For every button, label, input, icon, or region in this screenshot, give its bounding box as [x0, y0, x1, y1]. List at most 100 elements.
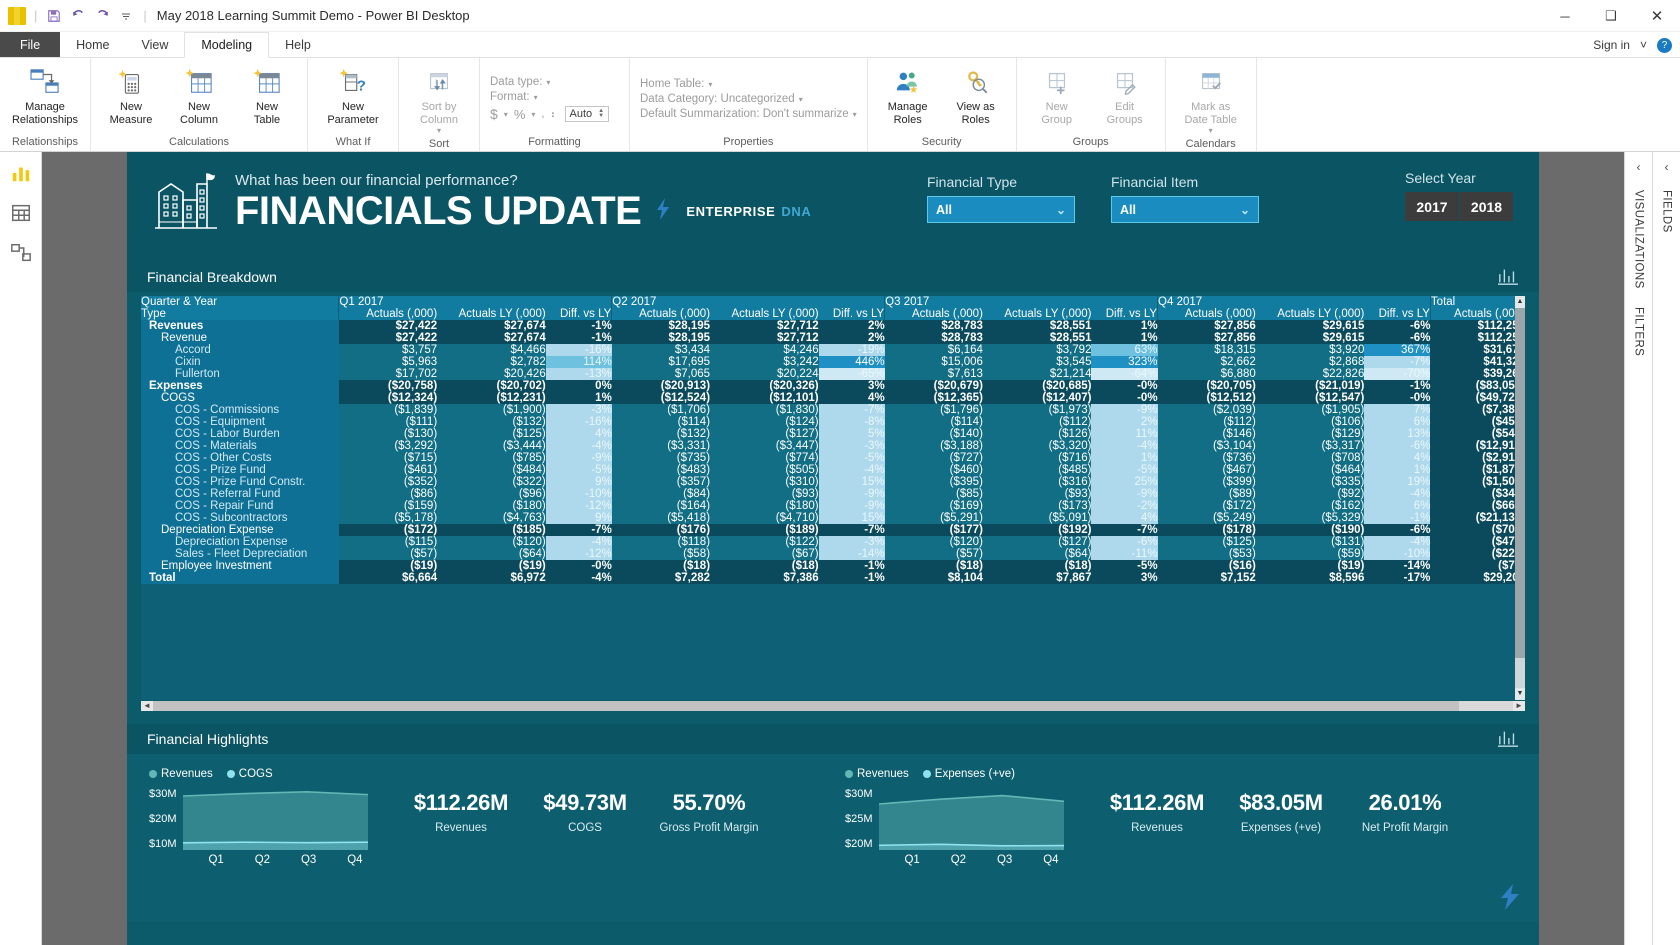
matrix-value-cell[interactable]: ($19)	[338, 560, 438, 572]
matrix-value-cell[interactable]: ($20,758)	[338, 380, 438, 392]
matrix-row-label[interactable]: COS - Repair Fund	[141, 500, 339, 512]
table-row[interactable]: Expenses ($20,758) ($20,702) 0% ($20,913) ($2…	[141, 380, 1525, 392]
matrix-value-cell[interactable]: ($93)	[982, 488, 1092, 500]
matrix-diff-cell[interactable]: -9%	[818, 488, 885, 500]
matrix-diff-cell[interactable]: 446%	[818, 356, 885, 368]
matrix-total-cell[interactable]: ($451)	[1430, 416, 1525, 428]
matrix-total-cell[interactable]: ($1,503)	[1430, 476, 1525, 488]
matrix-sub-header[interactable]: Diff. vs LY	[545, 308, 612, 320]
table-row[interactable]: Total $6,664 $6,972 -4% $7,282 $7,386 -1% $8,10…	[141, 572, 1525, 584]
matrix-value-cell[interactable]: ($85)	[884, 488, 983, 500]
matrix-value-cell[interactable]: $28,551	[982, 320, 1092, 332]
scroll-down-arrow[interactable]: ▼	[1515, 688, 1525, 700]
matrix-value-cell[interactable]: ($106)	[1255, 416, 1365, 428]
matrix-diff-cell[interactable]: -4%	[545, 536, 612, 548]
matrix-total-cell[interactable]: ($479)	[1430, 536, 1525, 548]
matrix-value-cell[interactable]: ($12,547)	[1255, 392, 1365, 404]
matrix-row-label[interactable]: COS - Subcontractors	[141, 512, 339, 524]
chevron-down-icon[interactable]: ▾	[534, 93, 538, 102]
matrix-value-cell[interactable]: $8,104	[884, 572, 983, 584]
matrix-row-label[interactable]: Depreciation Expense	[141, 524, 339, 536]
matrix-value-cell[interactable]: ($93)	[710, 488, 819, 500]
matrix-diff-cell[interactable]: 15%	[818, 512, 885, 524]
table-row[interactable]: COS - Commissions ($1,839) ($1,900) -3% ($1,…	[141, 404, 1525, 416]
matrix-value-cell[interactable]: ($84)	[611, 488, 711, 500]
matrix-value-cell[interactable]: $8,596	[1255, 572, 1365, 584]
table-row[interactable]: Depreciation Expense ($115) ($120) -4% ($118…	[141, 536, 1525, 548]
table-row[interactable]: Accord $3,757 $4,466 -16% $3,434 $4,246 -19% $6…	[141, 344, 1525, 356]
matrix-value-cell[interactable]: ($1,900)	[437, 404, 546, 416]
matrix-diff-cell[interactable]: -16%	[545, 416, 612, 428]
matrix-value-cell[interactable]: ($57)	[884, 548, 983, 560]
matrix-value-cell[interactable]: $27,712	[710, 320, 819, 332]
view-as-roles-button[interactable]: View as Roles	[942, 62, 1010, 129]
matrix-value-cell[interactable]: ($5,291)	[884, 512, 983, 524]
kpi-card[interactable]: 26.01% Net Profit Margin	[1343, 790, 1467, 834]
matrix-value-cell[interactable]: ($19)	[437, 560, 546, 572]
matrix-diff-cell[interactable]: -0%	[545, 560, 612, 572]
matrix-value-cell[interactable]: ($774)	[710, 452, 819, 464]
matrix-value-cell[interactable]: ($20,679)	[884, 380, 983, 392]
horizontal-scroll-thumb[interactable]	[153, 701, 1459, 711]
matrix-value-cell[interactable]: ($467)	[1157, 464, 1256, 476]
table-row[interactable]: COGS ($12,324) ($12,231) 1% ($12,524) ($12,10…	[141, 392, 1525, 404]
format-field[interactable]: Format: ▾	[490, 91, 619, 103]
matrix-value-cell[interactable]: $3,792	[982, 344, 1092, 356]
new-parameter-button[interactable]: ? New Parameter	[314, 62, 392, 129]
matrix-value-cell[interactable]: $17,702	[338, 368, 438, 380]
matrix-sub-header[interactable]: Diff. vs LY	[1091, 308, 1158, 320]
matrix-value-cell[interactable]: ($461)	[338, 464, 438, 476]
matrix-diff-cell[interactable]: 7%	[1364, 404, 1431, 416]
matrix-diff-cell[interactable]: -2%	[1091, 500, 1158, 512]
matrix-diff-cell[interactable]: 5%	[818, 428, 885, 440]
matrix-value-cell[interactable]: $28,551	[982, 332, 1092, 344]
matrix-value-cell[interactable]: $22,826	[1255, 368, 1365, 380]
matrix-value-cell[interactable]: $28,195	[611, 332, 711, 344]
matrix-total-cell[interactable]: ($12,915)	[1430, 440, 1525, 452]
matrix-row-label[interactable]: COS - Equipment	[141, 416, 339, 428]
matrix-value-cell[interactable]: ($310)	[710, 476, 819, 488]
matrix-diff-cell[interactable]: -7%	[1091, 524, 1158, 536]
matrix-value-cell[interactable]: ($58)	[611, 548, 711, 560]
matrix-value-cell[interactable]: ($12,101)	[710, 392, 819, 404]
matrix-row-label[interactable]: COGS	[141, 392, 339, 404]
kpi-card[interactable]: $49.73M COGS	[523, 790, 647, 834]
matrix-diff-cell[interactable]: 1%	[545, 392, 612, 404]
matrix-diff-cell[interactable]: -9%	[818, 500, 885, 512]
matrix-diff-cell[interactable]: -8%	[818, 416, 885, 428]
matrix-value-cell[interactable]: ($399)	[1157, 476, 1256, 488]
area-chart[interactable]: Revenues Expenses (+ve) $30M $25M $20M Q1 Q2 Q3…	[845, 768, 1077, 866]
matrix-value-cell[interactable]: ($3,188)	[884, 440, 983, 452]
matrix-diff-cell[interactable]: -12%	[545, 548, 612, 560]
matrix-value-cell[interactable]: ($180)	[437, 500, 546, 512]
matrix-diff-cell[interactable]: -1%	[1364, 512, 1431, 524]
matrix-value-cell[interactable]: ($118)	[611, 536, 711, 548]
matrix-value-cell[interactable]: ($129)	[1255, 428, 1365, 440]
matrix-value-cell[interactable]: ($89)	[1157, 488, 1256, 500]
matrix-value-cell[interactable]: ($114)	[884, 416, 983, 428]
matrix-sub-header[interactable]: Actuals LY (,000)	[710, 308, 819, 320]
matrix-value-cell[interactable]: ($190)	[1255, 524, 1365, 536]
matrix-diff-cell[interactable]: 2%	[1091, 416, 1158, 428]
matrix-diff-cell[interactable]: -12%	[545, 500, 612, 512]
matrix-diff-cell[interactable]: 2%	[818, 332, 885, 344]
table-row[interactable]: COS - Labor Burden ($130) ($125) 4% ($132) ($…	[141, 428, 1525, 440]
close-button[interactable]: ✕	[1634, 0, 1680, 32]
matrix-diff-cell[interactable]: 1%	[1364, 464, 1431, 476]
matrix-value-cell[interactable]: ($460)	[884, 464, 983, 476]
matrix-value-cell[interactable]: $27,856	[1157, 320, 1256, 332]
matrix-total-cell[interactable]: ($71)	[1430, 560, 1525, 572]
matrix-value-cell[interactable]: ($2,039)	[1157, 404, 1256, 416]
matrix-value-cell[interactable]: ($335)	[1255, 476, 1365, 488]
matrix-value-cell[interactable]: ($4,763)	[437, 512, 546, 524]
matrix-sub-header[interactable]: Actuals (,000)	[1157, 308, 1256, 320]
matrix-value-cell[interactable]: ($12,365)	[884, 392, 983, 404]
matrix-value-cell[interactable]: ($59)	[1255, 548, 1365, 560]
matrix-value-cell[interactable]: ($125)	[437, 428, 546, 440]
matrix-row-label[interactable]: Expenses	[141, 380, 339, 392]
matrix-value-cell[interactable]: ($64)	[437, 548, 546, 560]
matrix-value-cell[interactable]: ($178)	[1157, 524, 1256, 536]
matrix-value-cell[interactable]: $3,545	[982, 356, 1092, 368]
matrix-total-cell[interactable]: ($21,136)	[1430, 512, 1525, 524]
tab-file[interactable]: File	[0, 32, 61, 57]
